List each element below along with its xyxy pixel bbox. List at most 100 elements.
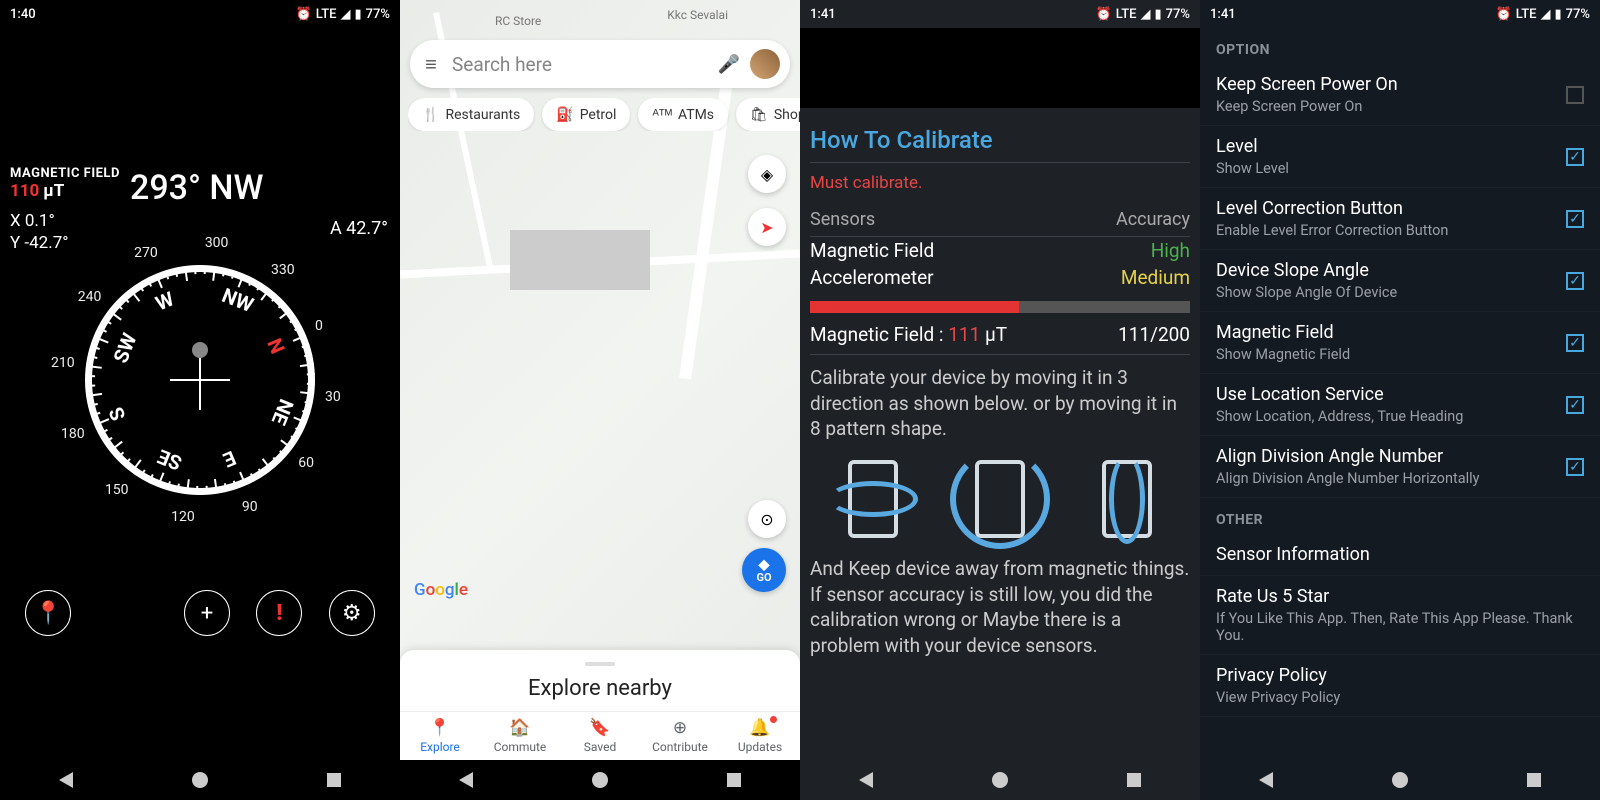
- setting-subtitle: Show Magnetic Field: [1216, 346, 1350, 363]
- mylocation-button[interactable]: ⊙: [748, 500, 786, 538]
- category-chip[interactable]: 🛍 Shopp: [736, 98, 800, 131]
- degree-label: 270: [134, 245, 158, 261]
- add-button[interactable]: +: [184, 590, 230, 636]
- directions-icon: ◆: [759, 558, 770, 572]
- back-icon[interactable]: [1259, 772, 1273, 788]
- north-button[interactable]: ➤: [748, 208, 786, 246]
- setting-subtitle: Show Location, Address, True Heading: [1216, 408, 1463, 425]
- tab-icon: 📍: [429, 718, 450, 738]
- tab-saved[interactable]: 🔖Saved: [560, 718, 640, 754]
- sensors-header: Sensors: [810, 209, 875, 230]
- degree-label: 90: [242, 499, 258, 515]
- setting-title: Level Correction Button: [1216, 198, 1448, 219]
- chip-icon: ⛽: [556, 107, 573, 123]
- battery-icon: ▮: [1554, 7, 1561, 22]
- setting-row[interactable]: Privacy PolicyView Privacy Policy: [1200, 655, 1600, 717]
- recents-icon[interactable]: [1527, 773, 1541, 787]
- checkbox-icon[interactable]: ✓: [1566, 272, 1584, 290]
- chip-icon: 🛍: [750, 107, 768, 123]
- layers-icon: ◈: [761, 165, 773, 184]
- setting-row[interactable]: LevelShow Level✓: [1200, 126, 1600, 188]
- drag-handle-icon[interactable]: [585, 662, 615, 666]
- degree-label: 150: [105, 482, 129, 498]
- setting-row[interactable]: Rate Us 5 StarIf You Like This App. Then…: [1200, 576, 1600, 655]
- back-icon[interactable]: [459, 772, 473, 788]
- home-icon[interactable]: [992, 772, 1008, 788]
- recents-icon[interactable]: [327, 773, 341, 787]
- search-bar[interactable]: ≡ Search here 🎤: [410, 40, 790, 88]
- chip-label: Petrol: [580, 107, 617, 123]
- setting-row[interactable]: Sensor Information: [1200, 534, 1600, 576]
- tab-icon: ⊕: [673, 718, 687, 738]
- category-chip[interactable]: 🍴Restaurants: [408, 98, 534, 131]
- recents-icon[interactable]: [727, 773, 741, 787]
- setting-title: Rate Us 5 Star: [1216, 586, 1584, 607]
- network-label: LTE: [1516, 7, 1537, 22]
- avatar[interactable]: [750, 49, 780, 79]
- degree-label: 60: [298, 455, 314, 471]
- setting-title: Use Location Service: [1216, 384, 1463, 405]
- setting-row[interactable]: Magnetic FieldShow Magnetic Field✓: [1200, 312, 1600, 374]
- location-button[interactable]: 📍: [25, 590, 71, 636]
- must-calibrate-label: Must calibrate.: [810, 163, 1190, 203]
- status-bar: 1:40 ⏰ LTE ◢ ▮ 77%: [0, 0, 400, 28]
- clock: 1:41: [1210, 7, 1236, 22]
- setting-row[interactable]: Use Location Service Show Location, Addre…: [1200, 374, 1600, 436]
- home-icon[interactable]: [192, 772, 208, 788]
- calibrate-motions: [810, 452, 1190, 546]
- degree-label: 240: [78, 289, 102, 305]
- chip-icon: 🍴: [422, 107, 439, 123]
- settings-button[interactable]: ⚙: [329, 590, 375, 636]
- status-bar: 1:41 ⏰ LTE ◢ ▮ 77%: [1200, 0, 1600, 28]
- calibrate-instructions-2: And Keep device away from magnetic thing…: [810, 546, 1190, 669]
- signal-icon: ◢: [1540, 7, 1550, 22]
- heading-value: 293° NW: [130, 168, 263, 208]
- alarm-icon: ⏰: [1496, 7, 1512, 22]
- compass-screen: 1:40 ⏰ LTE ◢ ▮ 77% MAGNETIC FIELD 110 μT…: [0, 0, 400, 800]
- network-label: LTE: [316, 7, 337, 22]
- checkbox-icon[interactable]: ✓: [1566, 396, 1584, 414]
- pin-icon: 📍: [34, 601, 61, 626]
- tab-commute[interactable]: 🏠Commute: [480, 718, 560, 754]
- alarm-icon: ⏰: [296, 7, 312, 22]
- chip-label: Shopp: [774, 107, 800, 123]
- checkbox-icon[interactable]: ✓: [1566, 334, 1584, 352]
- home-icon[interactable]: [1392, 772, 1408, 788]
- checkbox-icon[interactable]: ✓: [1566, 210, 1584, 228]
- bottom-sheet[interactable]: Explore nearby 📍Explore🏠Commute🔖Saved⊕Co…: [400, 650, 800, 760]
- go-button[interactable]: ◆ GO: [742, 548, 786, 592]
- setting-title: Device Slope Angle: [1216, 260, 1397, 281]
- sensor-name: Magnetic Field: [810, 239, 934, 262]
- degree-label: 210: [51, 355, 75, 371]
- degree-label: 300: [205, 235, 229, 251]
- calibrate-warning-button[interactable]: !: [256, 590, 302, 636]
- setting-row[interactable]: Keep Screen Power OnKeep Screen Power On: [1200, 64, 1600, 126]
- category-chip[interactable]: ⛽ Petrol: [542, 98, 630, 131]
- recents-icon[interactable]: [1127, 773, 1141, 787]
- tab-icon: 🏠: [509, 718, 530, 738]
- magnetic-field-unit: μT: [43, 181, 64, 201]
- checkbox-icon[interactable]: ✓: [1566, 458, 1584, 476]
- setting-row[interactable]: Align Division Angle NumberAlign Divisio…: [1200, 436, 1600, 498]
- menu-icon[interactable]: ≡: [420, 52, 442, 77]
- setting-row[interactable]: Level Correction Button Enable Level Erro…: [1200, 188, 1600, 250]
- magnetic-bar-fill: [810, 301, 1019, 313]
- mic-icon[interactable]: 🎤: [718, 54, 740, 75]
- setting-subtitle: Enable Level Error Correction Button: [1216, 222, 1448, 239]
- checkbox-icon[interactable]: ✓: [1566, 148, 1584, 166]
- home-icon[interactable]: [592, 772, 608, 788]
- back-icon[interactable]: [859, 772, 873, 788]
- setting-row[interactable]: Device Slope AngleShow Slope Angle Of De…: [1200, 250, 1600, 312]
- back-icon[interactable]: [59, 772, 73, 788]
- tab-updates[interactable]: 🔔Updates: [720, 718, 800, 754]
- tab-explore[interactable]: 📍Explore: [400, 718, 480, 754]
- category-chip[interactable]: ᴬᵀᴹATMs: [638, 98, 728, 131]
- tab-icon: 🔖: [589, 718, 610, 738]
- setting-title: Align Division Angle Number: [1216, 446, 1480, 467]
- compass-dial[interactable]: 3003300306090120150180210240270NNEESESSW…: [60, 240, 340, 520]
- layers-button[interactable]: ◈: [748, 155, 786, 193]
- notification-dot: [770, 716, 777, 723]
- tab-contribute[interactable]: ⊕Contribute: [640, 718, 720, 754]
- checkbox-icon[interactable]: [1566, 86, 1584, 104]
- google-logo: Google: [414, 580, 468, 600]
